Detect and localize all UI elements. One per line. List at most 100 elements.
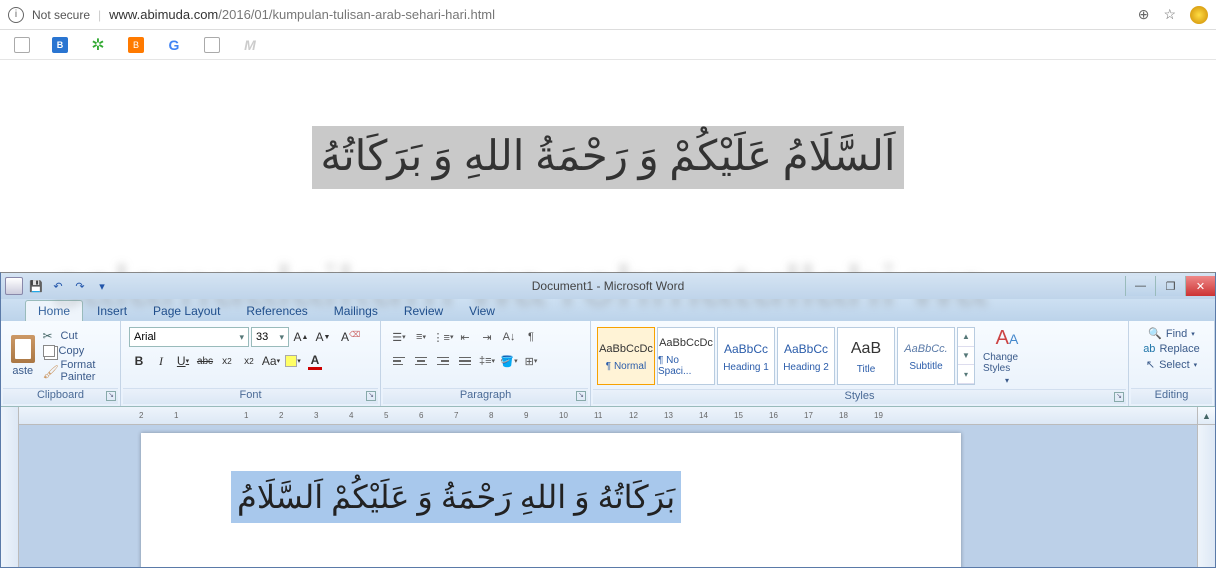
styles-gallery-scroll[interactable]: ▲▼▾ bbox=[957, 327, 975, 385]
highlight-button[interactable]: ▾ bbox=[283, 351, 303, 371]
undo-icon[interactable]: ↶ bbox=[49, 277, 67, 295]
highlight-icon bbox=[285, 355, 297, 367]
quick-access-toolbar: 💾 ↶ ↷ ▾ bbox=[1, 277, 111, 295]
align-left-button[interactable] bbox=[389, 351, 409, 371]
bookmark-star-icon[interactable]: ☆ bbox=[1163, 6, 1176, 23]
qat-dropdown-icon[interactable]: ▾ bbox=[93, 277, 111, 295]
replace-icon: ab bbox=[1143, 343, 1155, 355]
shading-button[interactable]: 🪣▾ bbox=[499, 351, 519, 371]
style-title[interactable]: AaBTitle bbox=[837, 327, 895, 385]
font-color-button[interactable]: A bbox=[305, 351, 325, 371]
zoom-icon[interactable]: ⊕ bbox=[1138, 6, 1150, 23]
cut-button[interactable]: ✂Cut bbox=[43, 329, 112, 343]
style-heading2[interactable]: AaBbCcHeading 2 bbox=[777, 327, 835, 385]
change-styles-icon: AA bbox=[996, 327, 1019, 350]
document-area: 2112345678910111213141516171819 ▲ بَرَكَ… bbox=[1, 407, 1215, 567]
clipboard-label: Clipboard↘ bbox=[3, 388, 118, 404]
underline-button[interactable]: U▾ bbox=[173, 351, 193, 371]
find-button[interactable]: 🔍Find▾ bbox=[1148, 327, 1195, 340]
redo-icon[interactable]: ↷ bbox=[71, 277, 89, 295]
vertical-scrollbar[interactable]: ▲ bbox=[1197, 407, 1215, 567]
multilevel-button[interactable]: ⋮≡▾ bbox=[433, 327, 453, 347]
clipboard-launcher[interactable]: ↘ bbox=[106, 391, 116, 401]
maximize-button[interactable]: ❐ bbox=[1155, 276, 1185, 296]
paragraph-label: Paragraph↘ bbox=[383, 388, 588, 404]
webpage-content: اَلسَّلَامُ عَلَيْكُمْ وَ رَحْمَةُ اللهِ… bbox=[0, 60, 1216, 255]
group-clipboard: aste ✂Cut Copy 🖌Format Painter Clipboard… bbox=[1, 321, 121, 406]
select-icon: ↖ bbox=[1146, 358, 1155, 371]
select-button[interactable]: ↖Select▾ bbox=[1146, 358, 1197, 371]
italic-button[interactable]: I bbox=[151, 351, 171, 371]
font-launcher[interactable]: ↘ bbox=[366, 391, 376, 401]
paragraph-launcher[interactable]: ↘ bbox=[576, 391, 586, 401]
grow-font-button[interactable]: A▲ bbox=[291, 327, 311, 347]
bookmark-page-icon[interactable] bbox=[14, 37, 30, 53]
paste-icon bbox=[11, 335, 35, 363]
subscript-button[interactable]: x2 bbox=[217, 351, 237, 371]
bookmark-blogger-icon[interactable]: B bbox=[128, 37, 144, 53]
office-button[interactable] bbox=[5, 277, 23, 295]
font-name-combo[interactable]: Arial▾ bbox=[129, 327, 249, 347]
scroll-up-button[interactable]: ▲ bbox=[1198, 407, 1215, 425]
numbering-button[interactable]: ≡▾ bbox=[411, 327, 431, 347]
document-selected-text[interactable]: بَرَكَاتُهُ وَ اللهِ رَحْمَةُ وَ عَلَيْك… bbox=[231, 471, 681, 523]
expand-gallery-icon[interactable]: ▾ bbox=[958, 365, 974, 384]
styles-launcher[interactable]: ↘ bbox=[1114, 392, 1124, 402]
bold-button[interactable]: B bbox=[129, 351, 149, 371]
minimize-button[interactable]: — bbox=[1125, 276, 1155, 296]
clear-formatting-button[interactable]: A⌫ bbox=[335, 327, 355, 347]
style-heading1[interactable]: AaBbCcHeading 1 bbox=[717, 327, 775, 385]
align-center-button[interactable] bbox=[411, 351, 431, 371]
group-editing: 🔍Find▾ abReplace ↖Select▾ Editing bbox=[1129, 321, 1215, 406]
style-subtitle[interactable]: AaBbCc.Subtitle bbox=[897, 327, 955, 385]
superscript-button[interactable]: x2 bbox=[239, 351, 259, 371]
borders-button[interactable]: ⊞▾ bbox=[521, 351, 541, 371]
styles-label: Styles↘ bbox=[593, 389, 1126, 404]
decrease-indent-button[interactable]: ⇤ bbox=[455, 327, 475, 347]
sort-button[interactable]: A↓ bbox=[499, 327, 519, 347]
change-styles-button[interactable]: AA Change Styles ▾ bbox=[983, 327, 1031, 385]
strikethrough-button[interactable]: abc bbox=[195, 351, 215, 371]
bookmark-b-icon[interactable]: B bbox=[52, 37, 68, 53]
scroll-down-icon[interactable]: ▼ bbox=[958, 347, 974, 366]
bookmark-bar: B ✲ B G M bbox=[0, 30, 1216, 60]
find-icon: 🔍 bbox=[1148, 327, 1162, 340]
replace-button[interactable]: abReplace bbox=[1143, 343, 1200, 355]
style-no-spacing[interactable]: AaBbCcDc¶ No Spaci... bbox=[657, 327, 715, 385]
scroll-up-icon[interactable]: ▲ bbox=[958, 328, 974, 347]
style-normal[interactable]: AaBbCcDc¶ Normal bbox=[597, 327, 655, 385]
justify-button[interactable] bbox=[455, 351, 475, 371]
line-spacing-button[interactable]: ‡≡▾ bbox=[477, 351, 497, 371]
horizontal-ruler[interactable]: 2112345678910111213141516171819 bbox=[19, 407, 1197, 425]
info-icon[interactable]: i bbox=[8, 7, 24, 23]
word-titlebar: 💾 ↶ ↷ ▾ Document1 - Microsoft Word — ❐ ✕ bbox=[1, 273, 1215, 299]
bullets-button[interactable]: ☰▾ bbox=[389, 327, 409, 347]
ribbon: aste ✂Cut Copy 🖌Format Painter Clipboard… bbox=[1, 321, 1215, 407]
editing-label: Editing bbox=[1131, 388, 1212, 404]
browser-address-bar: i Not secure | www.abimuda.com/2016/01/k… bbox=[0, 0, 1216, 30]
arabic-heading[interactable]: اَلسَّلَامُ عَلَيْكُمْ وَ رَحْمَةُ اللهِ… bbox=[312, 126, 903, 189]
font-size-combo[interactable]: 33▾ bbox=[251, 327, 289, 347]
save-icon[interactable]: 💾 bbox=[27, 277, 45, 295]
vertical-ruler[interactable] bbox=[1, 407, 19, 567]
format-painter-button[interactable]: 🖌Format Painter bbox=[43, 359, 112, 383]
bookmark-google-icon[interactable]: G bbox=[166, 37, 182, 53]
url[interactable]: www.abimuda.com/2016/01/kumpulan-tulisan… bbox=[109, 7, 495, 22]
close-button[interactable]: ✕ bbox=[1185, 276, 1215, 296]
bookmark-flower-icon[interactable]: ✲ bbox=[90, 37, 106, 53]
font-label: Font↘ bbox=[123, 388, 378, 404]
security-label: Not secure bbox=[32, 8, 90, 22]
bookmark-page2-icon[interactable] bbox=[204, 37, 220, 53]
increase-indent-button[interactable]: ⇥ bbox=[477, 327, 497, 347]
show-marks-button[interactable]: ¶ bbox=[521, 327, 541, 347]
shrink-font-button[interactable]: A▼ bbox=[313, 327, 333, 347]
copy-button[interactable]: Copy bbox=[43, 345, 112, 357]
paste-button[interactable]: aste bbox=[9, 335, 37, 377]
change-case-button[interactable]: Aa▾ bbox=[261, 351, 281, 371]
group-styles: AaBbCcDc¶ Normal AaBbCcDc¶ No Spaci... A… bbox=[591, 321, 1129, 406]
window-title: Document1 - Microsoft Word bbox=[532, 279, 685, 293]
document-page[interactable]: بَرَكَاتُهُ وَ اللهِ رَحْمَةُ وَ عَلَيْك… bbox=[141, 433, 961, 567]
align-right-button[interactable] bbox=[433, 351, 453, 371]
extension-icon[interactable] bbox=[1190, 6, 1208, 24]
bookmark-m-icon[interactable]: M bbox=[242, 37, 258, 53]
